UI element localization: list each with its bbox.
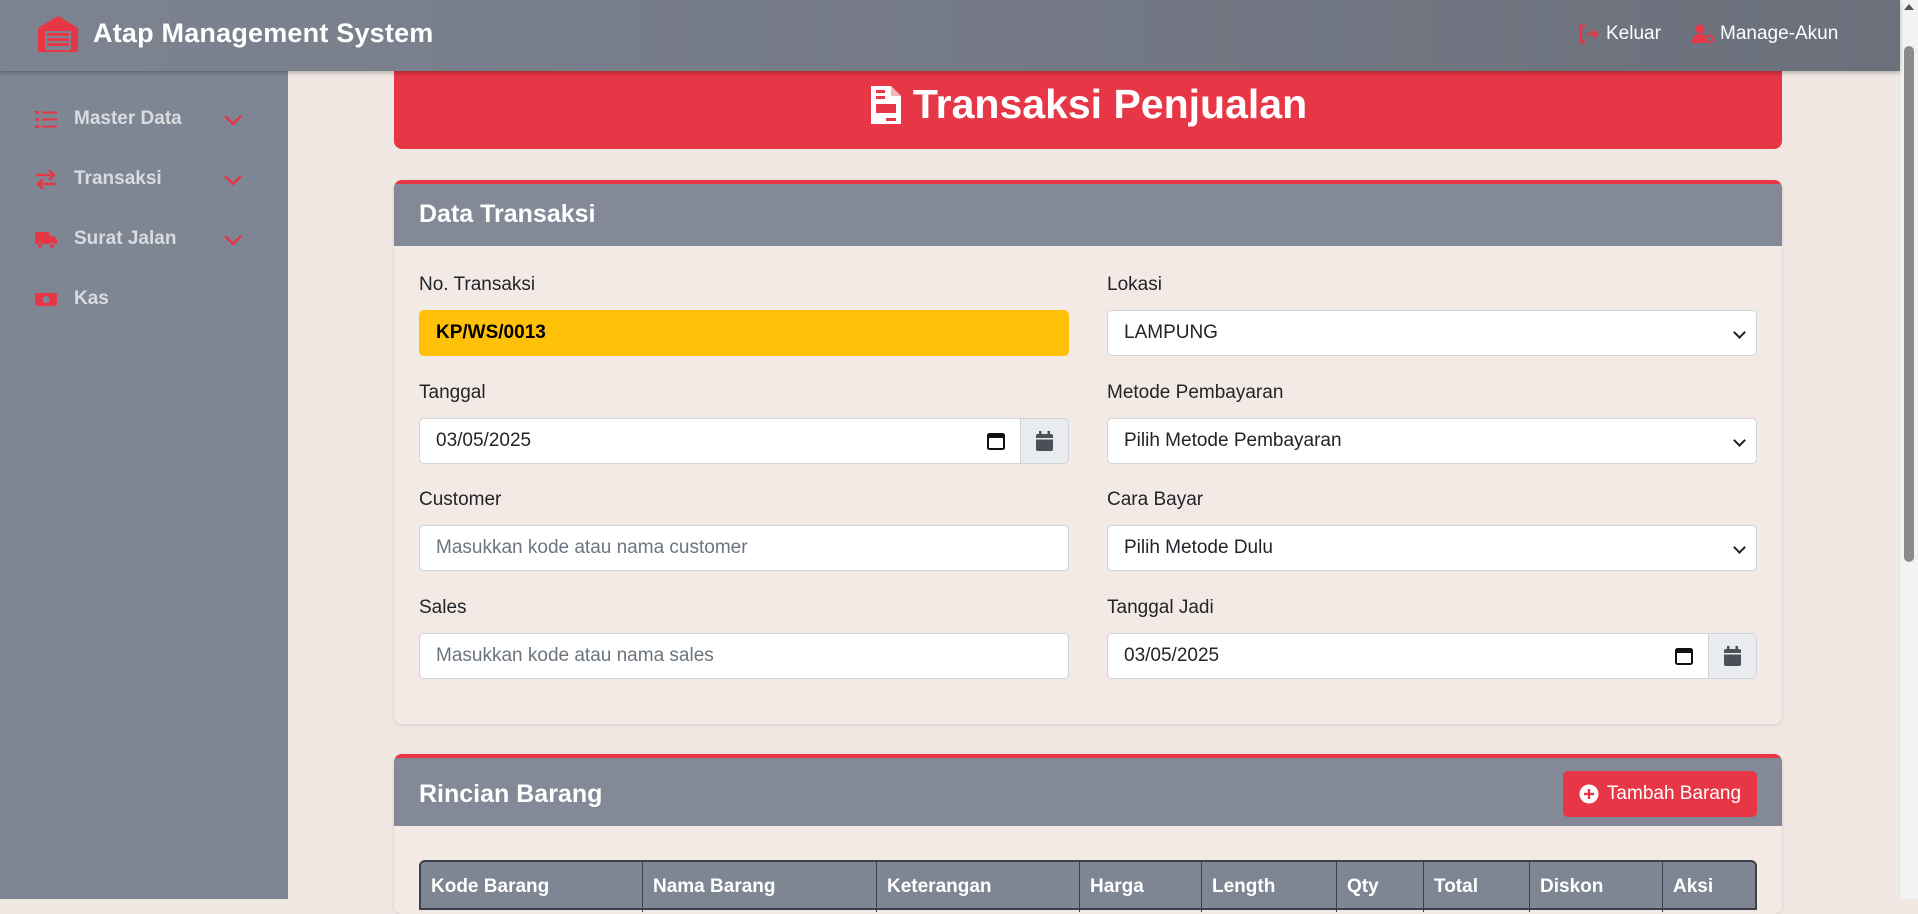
column-header[interactable]: Kode Barang xyxy=(421,862,643,912)
sidebar: Master Data Transaksi Surat Jalan Kas xyxy=(0,71,288,899)
chevron-down-icon[interactable] xyxy=(222,109,244,131)
column-header[interactable]: Nama Barang xyxy=(643,862,877,912)
transaction-card-header: Data Transaksi xyxy=(394,180,1782,246)
page-title: Transaksi Penjualan xyxy=(912,81,1308,127)
calendar-picker-icon[interactable] xyxy=(986,431,1006,451)
page-title-banner: Transaksi Penjualan xyxy=(394,60,1782,149)
logout-label: Keluar xyxy=(1606,23,1661,44)
money-icon xyxy=(35,293,57,306)
transaction-card: Data Transaksi No. Transaksi KP/WS/0013 … xyxy=(394,180,1782,724)
lokasi-select[interactable]: LAMPUNG xyxy=(1107,310,1757,356)
tanggal-value: 03/05/2025 xyxy=(436,430,532,451)
column-header[interactable]: Keterangan xyxy=(877,862,1080,912)
tanggal-label: Tanggal xyxy=(419,382,486,403)
scrollbar-thumb[interactable] xyxy=(1904,46,1914,562)
file-invoice-icon xyxy=(870,85,901,124)
scroll-up-arrow-icon[interactable] xyxy=(1904,4,1914,10)
calendar-icon xyxy=(1036,430,1053,451)
card-title: Data Transaksi xyxy=(419,200,596,228)
sidebar-item-master-data[interactable]: Master Data xyxy=(34,104,244,134)
add-item-button[interactable]: Tambah Barang xyxy=(1563,771,1757,817)
top-navbar: Atap Management System Keluar Manage-Aku… xyxy=(0,0,1900,71)
customer-input[interactable]: Masukkan kode atau nama customer xyxy=(419,525,1069,571)
customer-label: Customer xyxy=(419,489,502,510)
calendar-picker-icon[interactable] xyxy=(1674,646,1694,666)
warehouse-logo-icon xyxy=(38,16,78,52)
cara-bayar-select[interactable]: Pilih Metode Dulu xyxy=(1107,525,1757,571)
truck-icon xyxy=(35,232,57,249)
no-transaksi-field[interactable]: KP/WS/0013 xyxy=(419,310,1069,356)
app-title[interactable]: Atap Management System xyxy=(93,18,434,49)
tanggal-jadi-label: Tanggal Jadi xyxy=(1107,597,1214,618)
column-header[interactable]: Total xyxy=(1424,862,1530,912)
no-transaksi-label: No. Transaksi xyxy=(419,274,536,295)
chevron-down-icon[interactable] xyxy=(222,169,244,191)
calendar-icon xyxy=(1724,645,1741,666)
add-item-label: Tambah Barang xyxy=(1606,783,1742,804)
column-header[interactable]: Aksi xyxy=(1663,862,1755,912)
items-table-header: Kode Barang Nama Barang Keterangan Harga… xyxy=(419,860,1757,912)
metode-pembayaran-label: Metode Pembayaran xyxy=(1107,382,1284,403)
sidebar-item-label: Kas xyxy=(74,288,109,309)
tanggal-calendar-addon[interactable] xyxy=(1021,418,1069,464)
column-header[interactable]: Diskon xyxy=(1530,862,1663,912)
items-card-header: Rincian Barang Tambah Barang xyxy=(394,754,1782,826)
logout-link[interactable]: Keluar xyxy=(1578,23,1661,45)
manage-account-link[interactable]: Manage-Akun xyxy=(1692,23,1838,45)
lokasi-label: Lokasi xyxy=(1107,274,1162,295)
metode-pembayaran-select[interactable]: Pilih Metode Pembayaran xyxy=(1107,418,1757,464)
exchange-icon xyxy=(36,169,56,190)
sales-label: Sales xyxy=(419,597,467,618)
card-title: Rincian Barang xyxy=(419,780,603,808)
user-cog-icon xyxy=(1692,24,1714,44)
column-header[interactable]: Harga xyxy=(1080,862,1202,912)
tanggal-jadi-value: 03/05/2025 xyxy=(1124,645,1220,666)
logout-icon xyxy=(1579,24,1599,44)
column-header[interactable]: Length xyxy=(1202,862,1337,912)
items-card: Rincian Barang Tambah Barang Kode Barang… xyxy=(394,754,1782,914)
sidebar-item-label: Master Data xyxy=(74,108,182,129)
sidebar-item-surat-jalan[interactable]: Surat Jalan xyxy=(34,224,244,254)
column-header[interactable]: Qty xyxy=(1337,862,1424,912)
chevron-down-icon[interactable] xyxy=(222,229,244,251)
list-icon xyxy=(35,111,57,128)
sales-input[interactable]: Masukkan kode atau nama sales xyxy=(419,633,1069,679)
sidebar-item-kas[interactable]: Kas xyxy=(34,284,244,314)
cara-bayar-label: Cara Bayar xyxy=(1107,489,1204,510)
manage-account-label: Manage-Akun xyxy=(1720,23,1839,44)
sidebar-item-label: Transaksi xyxy=(74,168,162,189)
tanggal-jadi-calendar-addon[interactable] xyxy=(1709,633,1757,679)
tanggal-jadi-date-input[interactable]: 03/05/2025 xyxy=(1107,633,1709,679)
sidebar-item-label: Surat Jalan xyxy=(74,228,177,249)
sidebar-item-transaksi[interactable]: Transaksi xyxy=(34,164,244,194)
tanggal-date-input[interactable]: 03/05/2025 xyxy=(419,418,1021,464)
page-scrollbar[interactable] xyxy=(1899,0,1918,899)
plus-circle-icon xyxy=(1579,784,1599,804)
